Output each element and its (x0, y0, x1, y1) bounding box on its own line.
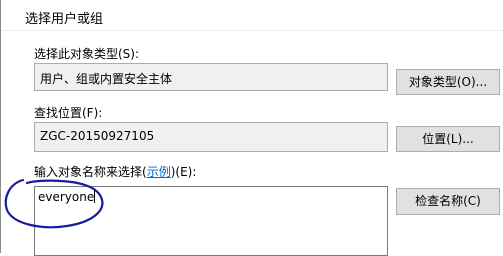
title-bar: 选择用户或组 (1, 0, 503, 31)
location-value: ZGC-20150927105 (40, 129, 155, 143)
text-cursor (94, 190, 96, 203)
select-users-dialog: 选择用户或组 选择此对象类型(S): 用户、组或内置安全主体 对象类型(O)..… (0, 0, 503, 256)
object-names-label-suffix: )(E): (170, 165, 197, 179)
dialog-title: 选择用户或组 (25, 12, 104, 27)
object-types-button[interactable]: 对象类型(O)... (396, 69, 500, 95)
object-type-value: 用户、组或内置安全主体 (40, 72, 173, 86)
object-type-label: 选择此对象类型(S): (34, 47, 140, 61)
object-type-field: 用户、组或内置安全主体 (34, 63, 388, 91)
locations-button[interactable]: 位置(L)... (396, 126, 500, 152)
object-names-label: 输入对象名称来选择(示例)(E): (34, 163, 196, 180)
location-label: 查找位置(F): (34, 106, 103, 120)
object-names-value: everyone (38, 190, 95, 204)
object-names-input[interactable]: everyone (34, 186, 388, 256)
check-names-button[interactable]: 检查名称(C) (396, 188, 500, 215)
examples-link[interactable]: 示例 (147, 165, 171, 179)
object-names-label-prefix: 输入对象名称来选择( (34, 165, 147, 179)
location-field: ZGC-20150927105 (34, 122, 388, 152)
